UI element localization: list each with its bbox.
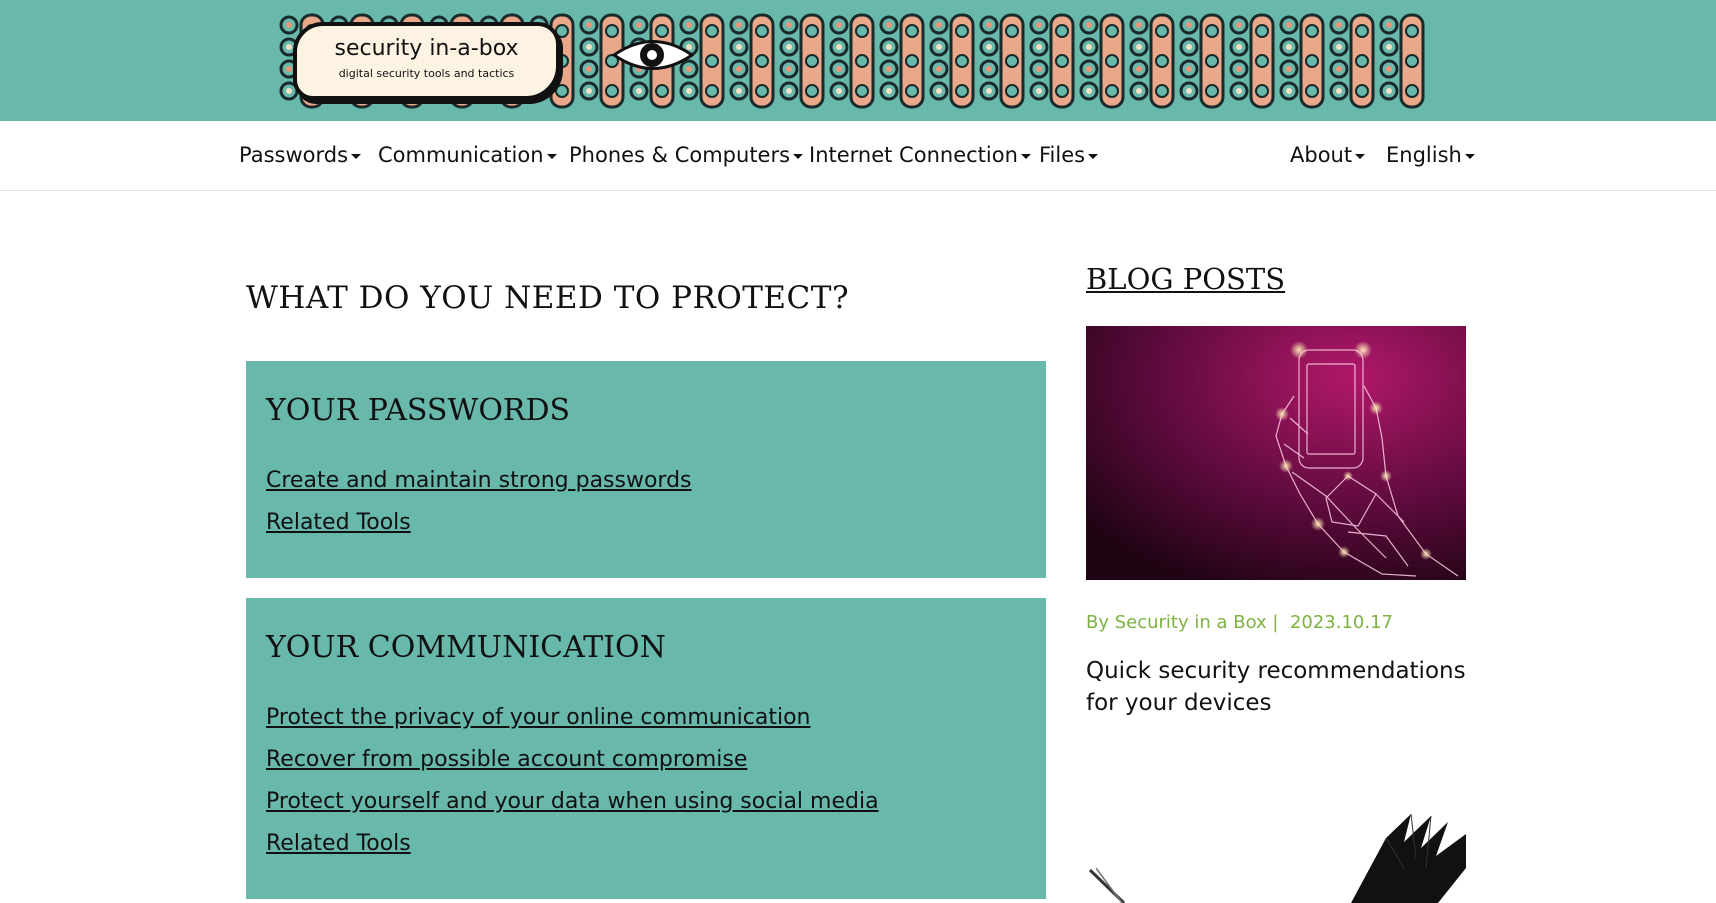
nav-about[interactable]: About (1290, 143, 1366, 167)
blog-post-image[interactable] (1086, 326, 1466, 580)
logo-subtitle: digital security tools and tactics (338, 67, 515, 80)
caret-down-icon (546, 154, 557, 159)
nav-communication[interactable]: Communication (378, 143, 557, 167)
nav-label: Internet Connection (809, 143, 1018, 167)
section-link[interactable]: Recover from possible account compromise (266, 747, 747, 772)
post-byline: By Security in a Box | 2023.10.17 (1086, 612, 1393, 633)
eye-icon (612, 40, 694, 70)
section-link[interactable]: Protect the privacy of your online commu… (266, 705, 811, 730)
site-logo[interactable]: security in-a-box digital security tools… (293, 22, 560, 100)
caret-down-icon (793, 154, 804, 159)
caret-down-icon (351, 154, 362, 159)
section-link[interactable]: Protect yourself and your data when usin… (266, 789, 879, 814)
nav-label: About (1290, 143, 1353, 167)
nav-label: Passwords (239, 143, 349, 167)
nav-files[interactable]: Files (1039, 143, 1099, 167)
main-navigation: Passwords Communication Phones & Compute… (0, 121, 1716, 191)
header-banner: security in-a-box digital security tools… (0, 0, 1716, 121)
section-communication: YOUR COMMUNICATION Protect the privacy o… (246, 598, 1046, 899)
post-title[interactable]: Quick security recommendations for your … (1086, 655, 1466, 719)
nav-passwords[interactable]: Passwords (239, 143, 362, 167)
related-tools-link[interactable]: Related Tools (266, 510, 411, 535)
nav-label: Phones & Computers (569, 143, 791, 167)
caret-down-icon (1355, 154, 1366, 159)
section-passwords: YOUR PASSWORDS Create and maintain stron… (246, 361, 1046, 578)
page-title: WHAT DO YOU NEED TO PROTECT? (246, 280, 850, 316)
caret-down-icon (1088, 154, 1099, 159)
post-date: 2023.10.17 (1289, 612, 1394, 633)
caret-down-icon (1464, 154, 1475, 159)
nav-label: English (1386, 143, 1462, 167)
nav-internet-connection[interactable]: Internet Connection (809, 143, 1031, 167)
nav-label: Communication (378, 143, 544, 167)
post-author: By Security in a Box | (1086, 612, 1279, 633)
nav-phones-computers[interactable]: Phones & Computers (569, 143, 804, 167)
section-heading: YOUR COMMUNICATION (266, 630, 666, 665)
section-heading: YOUR PASSWORDS (266, 393, 571, 428)
next-post-image[interactable] (1086, 808, 1466, 903)
section-link[interactable]: Create and maintain strong passwords (266, 468, 692, 493)
nav-label: Files (1039, 143, 1086, 167)
caret-down-icon (1020, 154, 1031, 159)
related-tools-link[interactable]: Related Tools (266, 831, 411, 856)
nav-language[interactable]: English (1386, 143, 1475, 167)
blog-posts-heading[interactable]: BLOG POSTS (1086, 262, 1285, 296)
logo-title: security in-a-box (334, 36, 519, 61)
